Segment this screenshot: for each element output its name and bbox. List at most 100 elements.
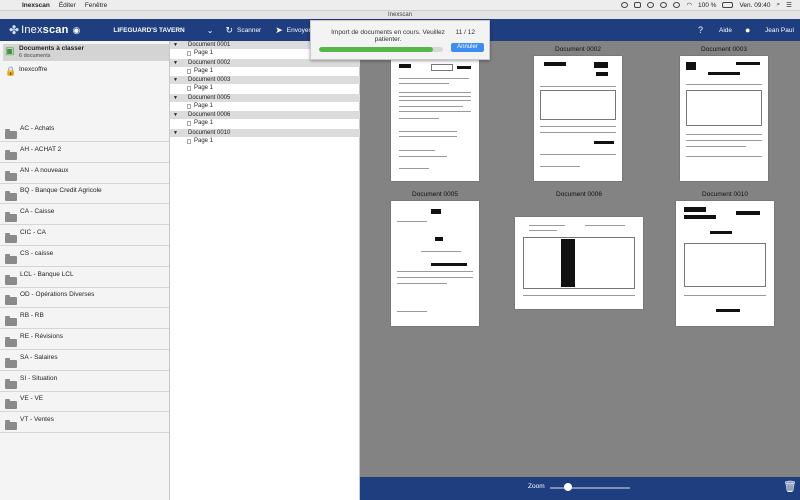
battery-icon[interactable] — [722, 2, 734, 8]
sidebar-journal-item[interactable]: CS - caisse — [0, 246, 169, 267]
document-name: Document 0002 — [188, 59, 231, 66]
sidebar-item-vault[interactable]: 🔒 Inexcoffre — [3, 64, 169, 79]
folder-icon — [5, 233, 17, 243]
preview-document-0003[interactable]: Document 0003 — [675, 46, 773, 186]
folder-icon — [5, 212, 17, 223]
sidebar-journal-item[interactable]: CA - Caisse — [0, 204, 169, 226]
cancel-import-button[interactable]: Annuler — [451, 43, 484, 52]
folder-icon — [5, 274, 17, 285]
zoom-slider[interactable] — [550, 487, 630, 489]
spotlight-search-icon[interactable]: ⌕ — [777, 1, 781, 9]
preview-label: Document 0006 — [556, 191, 602, 198]
sidebar-journal-item[interactable]: AC - Achats — [0, 121, 169, 142]
tree-document-row[interactable]: ▼ Document 0006 — [170, 111, 360, 119]
sidebar-journal-item[interactable]: AH - ACHAT 2 — [0, 142, 169, 163]
scan-button[interactable]: ↻ Scanner — [225, 25, 261, 36]
clock-status-icon[interactable] — [673, 2, 681, 8]
journal-label: RB - RB — [20, 312, 44, 320]
tree-page-row[interactable]: Page 1 — [170, 84, 360, 93]
sidebar-journal-item[interactable]: BQ - Banque Credit Agricole — [0, 183, 169, 205]
preview-document-0006[interactable]: Document 0006 — [515, 191, 643, 316]
status-icon-a[interactable] — [621, 2, 629, 8]
sidebar-journal-item[interactable]: AN - A nouveaux — [0, 163, 169, 184]
inbox-title: Documents à classer — [19, 45, 85, 52]
tree-document-row[interactable]: ▼ Document 0003 — [170, 76, 360, 84]
disclosure-triangle-icon[interactable]: ▼ — [173, 111, 178, 119]
tree-page-row[interactable]: Page 1 — [170, 119, 360, 128]
company-selector[interactable]: LIFEGUARD'S TAVERN — [113, 27, 184, 34]
journal-label: CS - caisse — [20, 249, 54, 257]
help-button[interactable]: Aide — [719, 27, 732, 34]
user-icon[interactable]: ● — [745, 25, 750, 35]
journal-label: AN - A nouveaux — [20, 166, 69, 174]
journal-label: VE - VE — [20, 395, 44, 403]
folder-icon — [5, 129, 17, 139]
send-button[interactable]: ➤ Envoyer — [275, 25, 310, 36]
zoom-label: Zoom — [528, 483, 545, 490]
inbox-tray-icon: ▣ — [5, 46, 15, 57]
tree-document-row[interactable]: ▼ Document 0010 — [170, 128, 360, 137]
sidebar-journal-item[interactable]: LCL - Banque LCL — [0, 267, 169, 288]
preview-document-0010[interactable]: Document 0010 — [676, 191, 774, 331]
document-page-preview — [391, 56, 479, 181]
disclosure-triangle-icon[interactable]: ▼ — [173, 59, 178, 67]
sidebar-journal-item[interactable]: VE - VE — [0, 391, 169, 413]
menu-app-name[interactable]: Inexscan — [22, 2, 50, 9]
tree-page-row[interactable]: Page 1 — [170, 67, 360, 76]
menu-edit[interactable]: Éditer — [59, 2, 76, 9]
tree-page-row[interactable]: Page 1 — [170, 137, 360, 146]
sidebar-journal-item[interactable]: RE - Révisions — [0, 329, 169, 350]
scanner-icon: ↻ — [225, 24, 234, 35]
menu-window[interactable]: Fenêtre — [85, 2, 107, 9]
sidebar-journal-item[interactable]: RB - RB — [0, 308, 169, 330]
document-page-preview — [391, 201, 479, 326]
vault-label: Inexcoffre — [19, 66, 48, 73]
inbox-count: 6 documents — [19, 53, 51, 59]
folder-icon — [5, 420, 17, 431]
page-label: Page 1 — [194, 102, 214, 109]
journal-label: VT - Ventes — [20, 416, 54, 424]
preview-document-0005[interactable]: Document 0005 — [388, 191, 482, 331]
sidebar-journal-item[interactable]: SI - Situation — [0, 371, 169, 392]
disclosure-triangle-icon[interactable]: ▼ — [173, 129, 178, 137]
wifi-icon[interactable]: ◠ — [686, 1, 692, 9]
inbox-documents[interactable]: ▣ Documents à classer 6 documents — [3, 44, 169, 61]
journal-label: CIC - CA — [20, 229, 46, 236]
tree-page-row[interactable]: Page 1 — [170, 102, 360, 111]
page-icon — [187, 121, 191, 126]
sidebar: ▣ Documents à classer 6 documents 🔒 Inex… — [0, 41, 170, 500]
sidebar-journal-item[interactable]: VT - Ventes — [0, 412, 169, 434]
tree-document-row[interactable]: ▼ Document 0005 — [170, 93, 360, 102]
page-label: Page 1 — [194, 67, 214, 74]
sidebar-journal-item[interactable]: SA - Salaires — [0, 350, 169, 371]
sidebar-journal-item[interactable]: CIC - CA — [0, 225, 169, 246]
preview-area: Document 0002 Document 0003 Document 000… — [360, 41, 800, 477]
folder-icon — [5, 149, 17, 160]
disclosure-triangle-icon[interactable]: ▼ — [173, 76, 178, 84]
document-name: Document 0003 — [188, 77, 231, 83]
user-name[interactable]: Jean Paul — [765, 27, 794, 34]
document-page-preview — [676, 201, 774, 326]
journal-label: AH - ACHAT 2 — [20, 145, 62, 153]
page-label: Page 1 — [194, 50, 214, 56]
disclosure-triangle-icon[interactable]: ▼ — [173, 41, 178, 49]
menubar-clock[interactable]: Ven. 09:40 — [739, 2, 770, 9]
preview-document-0001[interactable] — [388, 46, 482, 186]
trash-icon[interactable]: 🗑 — [783, 480, 797, 493]
journal-label: SA - Salaires — [20, 353, 58, 361]
preview-document-0002[interactable]: Document 0002 — [528, 46, 628, 186]
window-title: Inexscan — [0, 11, 800, 19]
notification-center-icon[interactable]: ☰ — [786, 1, 792, 9]
status-icon-c[interactable] — [647, 2, 655, 8]
lock-icon: 🔒 — [5, 66, 17, 76]
camera-icon: ◉ — [72, 24, 81, 35]
status-icon-b[interactable] — [634, 2, 642, 8]
sidebar-journal-item[interactable]: OD - Opérations Diverses — [0, 287, 169, 309]
help-icon[interactable]: ? — [698, 25, 703, 35]
status-icon-d[interactable] — [660, 2, 668, 8]
chevron-down-icon[interactable]: ⌄ — [207, 26, 214, 35]
import-progress-bar — [319, 47, 443, 52]
journal-label: SI - Situation — [20, 374, 58, 382]
disclosure-triangle-icon[interactable]: ▼ — [173, 94, 178, 102]
zoom-slider-handle[interactable] — [563, 483, 572, 491]
